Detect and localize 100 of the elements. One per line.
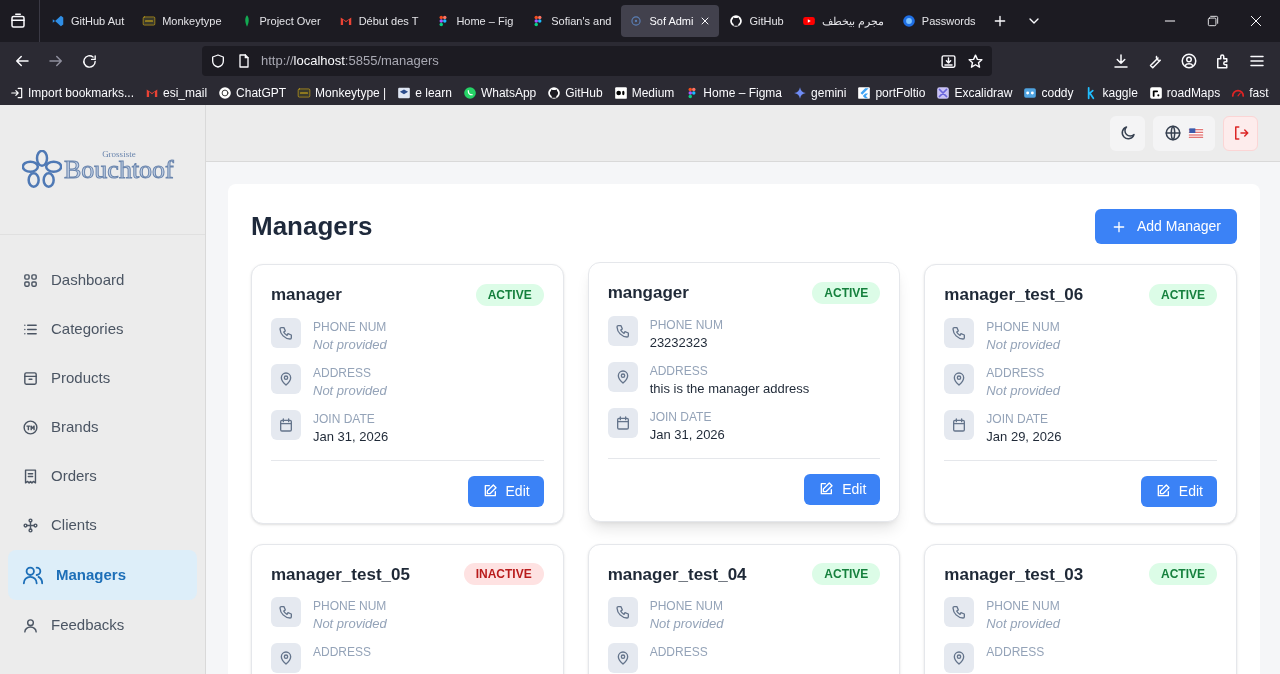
- phone-icon: [614, 322, 631, 339]
- box-icon: [22, 369, 39, 387]
- tab-list-icon[interactable]: [9, 12, 27, 30]
- bookmark[interactable]: esi_mail: [145, 83, 208, 102]
- bookmark[interactable]: ChatGPT: [218, 83, 287, 102]
- field-label: ADDRESS: [313, 364, 372, 382]
- browser-tab[interactable]: GitHub: [721, 5, 792, 37]
- status-badge: ACTIVE: [475, 283, 544, 306]
- school-icon: [397, 85, 412, 100]
- field-label: ADDRESS: [649, 362, 709, 380]
- browser-tab[interactable]: Monkeytype: [134, 5, 230, 37]
- receipt-icon: [22, 467, 39, 485]
- bookmark[interactable]: Medium: [613, 83, 675, 102]
- bookmark[interactable]: fast: [1231, 83, 1269, 102]
- sidebar-item[interactable]: Categories: [8, 305, 197, 353]
- edit-button[interactable]: Edit: [804, 473, 881, 505]
- theme-toggle-button[interactable]: [1110, 115, 1145, 151]
- play-icon: [801, 14, 816, 28]
- pencil-cross-icon: [936, 85, 951, 100]
- field-value: Not provided: [313, 335, 387, 354]
- bookmark[interactable]: GitHub: [547, 83, 603, 102]
- logo-wordmark: Bouchtoof: [64, 157, 174, 183]
- edit-icon: [818, 481, 835, 497]
- field-label: JOIN DATE: [649, 408, 713, 426]
- bookmark[interactable]: portFoltio: [857, 83, 926, 102]
- users-icon: [22, 564, 44, 586]
- edit-button[interactable]: Edit: [1140, 475, 1217, 507]
- keyboard-icon: [297, 85, 312, 100]
- phone-icon: [614, 604, 631, 620]
- sidebar-item[interactable]: Managers: [8, 550, 197, 600]
- field-value: Not provided: [986, 615, 1061, 633]
- restore-icon[interactable]: [1206, 14, 1220, 28]
- field-value: Jan 31, 2026: [313, 427, 389, 446]
- bookmark[interactable]: e learn: [397, 83, 452, 102]
- phone-bubble-icon: [462, 85, 477, 100]
- calendar-icon: [951, 416, 968, 433]
- bookmark[interactable]: WhatsApp: [462, 83, 537, 102]
- browser-tab[interactable]: Sofian's and: [523, 5, 620, 37]
- sidebar-item[interactable]: Dashboard: [8, 256, 197, 304]
- reload-icon[interactable]: [81, 52, 98, 70]
- account-icon[interactable]: [1180, 52, 1198, 70]
- field-label: ADDRESS: [313, 644, 371, 661]
- sidebar-item[interactable]: Products: [8, 354, 197, 402]
- logout-button[interactable]: [1223, 115, 1258, 151]
- field-value: Not provided: [313, 615, 387, 633]
- map-pin-icon: [278, 650, 294, 666]
- network-icon: [22, 516, 39, 534]
- phone-icon: [951, 324, 968, 341]
- bookmark[interactable]: Import bookmarks...: [10, 83, 135, 102]
- browser-tab[interactable]: Home – Fig: [428, 5, 522, 37]
- field-label: PHONE NUM: [986, 598, 1061, 615]
- add-manager-button[interactable]: Add Manager: [1094, 209, 1237, 244]
- language-button[interactable]: [1153, 115, 1215, 151]
- sidebar-item[interactable]: Orders: [8, 452, 197, 500]
- bookmark[interactable]: Monkeytype |: [297, 83, 387, 102]
- flag-icon: [1188, 125, 1204, 141]
- bookmark[interactable]: roadMaps: [1148, 83, 1221, 102]
- browser-tab[interactable]: مجرم بيخطف: [793, 5, 892, 37]
- browser-tab[interactable]: Passwords: [893, 5, 984, 37]
- keyboard-icon: [142, 14, 157, 28]
- download-icon[interactable]: [1112, 52, 1130, 70]
- sidebar-item[interactable]: Feedbacks: [8, 601, 197, 649]
- manager-name: manager_test_06: [944, 284, 1084, 306]
- map-pin-icon: [278, 370, 294, 387]
- browser-tab[interactable]: GitHub Aut: [43, 5, 133, 37]
- browser-tab[interactable]: Sof Admi: [621, 5, 720, 37]
- bookmark[interactable]: Excalidraw: [936, 83, 1013, 102]
- field-value: Not provided: [313, 381, 387, 400]
- field-label: PHONE NUM: [313, 598, 387, 615]
- grid-icon: [22, 271, 39, 289]
- field-value: Jan 29, 2026: [986, 427, 1062, 446]
- edit-button[interactable]: Edit: [467, 475, 544, 507]
- browser-tab[interactable]: Début des T: [330, 5, 427, 37]
- user-icon: [22, 616, 39, 634]
- status-badge: ACTIVE: [812, 281, 881, 304]
- bookmark[interactable]: coddy: [1023, 83, 1074, 102]
- browser-tab[interactable]: Project Over: [231, 5, 329, 37]
- phone-icon: [278, 324, 294, 341]
- manager-name: manager_test_03: [944, 563, 1084, 586]
- download-page-icon[interactable]: [940, 52, 957, 70]
- bookmark[interactable]: gemini: [793, 83, 847, 102]
- status-badge: ACTIVE: [1148, 283, 1217, 306]
- address-bar[interactable]: http://localhost:5855/managers: [202, 46, 992, 76]
- bookmark[interactable]: Home – Figma: [685, 83, 783, 102]
- trademark-icon: [22, 418, 39, 436]
- close-icon[interactable]: [1248, 13, 1264, 29]
- sidebar-item[interactable]: Clients: [8, 501, 197, 549]
- field-label: ADDRESS: [986, 364, 1046, 382]
- field-value: Not provided: [649, 615, 724, 633]
- page-icon: [236, 53, 252, 69]
- calendar-icon: [278, 416, 294, 433]
- flower-logo-icon: [22, 149, 62, 190]
- field-label: PHONE NUM: [649, 316, 723, 334]
- field-label: PHONE NUM: [313, 318, 387, 336]
- bookmark[interactable]: kaggle: [1084, 83, 1138, 102]
- field-value: 23232323: [649, 333, 709, 352]
- field-label: ADDRESS: [986, 644, 1045, 661]
- star-icon[interactable]: [967, 52, 984, 70]
- sidebar-item[interactable]: Brands: [8, 403, 197, 451]
- field-label: JOIN DATE: [986, 410, 1050, 428]
